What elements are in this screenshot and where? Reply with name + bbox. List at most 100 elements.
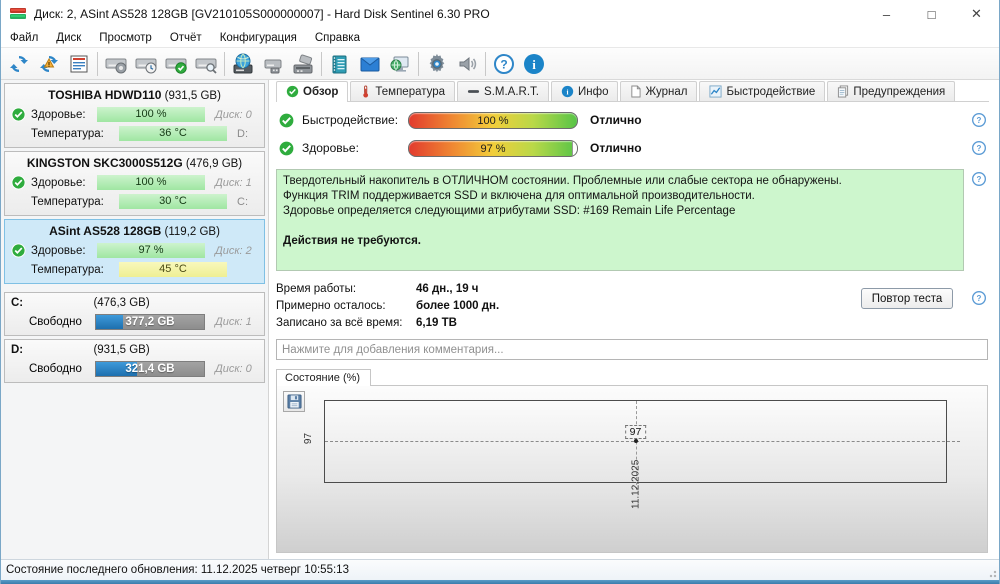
disk-item-asint-selected[interactable]: ASint AS528 128GB (119,2 GB) Здоровье: 9… <box>4 219 265 284</box>
ok-icon <box>278 112 296 129</box>
help-icon[interactable]: ? <box>971 112 987 133</box>
smart-icon <box>467 90 480 93</box>
toolbar: ? i <box>1 47 999 80</box>
partition-item-c[interactable]: C: (476,3 GB) Свободно 377,2 GB Диск: 1 <box>4 292 265 336</box>
partition-letter: C: <box>11 297 24 309</box>
info-icon[interactable]: i <box>519 50 549 78</box>
disk-number: Диск: 1 <box>215 176 252 189</box>
tab-performance[interactable]: Быстродействие <box>699 81 826 101</box>
ok-icon <box>278 140 296 157</box>
health-ok-icon <box>11 243 27 258</box>
drive-letter: C: <box>237 195 248 208</box>
health-ok-icon <box>11 107 27 122</box>
disk-title: ASint AS528 128GB (119,2 GB) <box>49 224 220 238</box>
refresh-warning-icon[interactable] <box>34 50 64 78</box>
drive-letter: D: <box>237 127 248 140</box>
floppy-save-icon <box>286 394 302 409</box>
disk-network-icon[interactable] <box>228 50 258 78</box>
app-window: Диск: 2, ASint AS528 128GB [GV210105S000… <box>0 0 1000 584</box>
menu-bar: Файл Диск Просмотр Отчёт Конфигурация Сп… <box>1 28 999 47</box>
toolbar-separator <box>321 51 322 76</box>
tab-info[interactable]: i Инфо <box>551 81 619 101</box>
notes-icon[interactable] <box>325 50 355 78</box>
health-history-chart: Состояние (%) 97 97 11.12.2025 <box>276 368 989 553</box>
window-title: Диск: 2, ASint AS528 128GB [GV210105S000… <box>34 7 490 21</box>
svg-text:?: ? <box>977 116 982 125</box>
disk-search-icon[interactable] <box>191 50 221 78</box>
resize-grip[interactable] <box>987 568 997 578</box>
maximize-button[interactable]: □ <box>909 0 954 28</box>
partition-item-d[interactable]: D: (931,5 GB) Свободно 321,4 GB Диск: 0 <box>4 339 265 383</box>
status-text: Состояние последнего обновления: 11.12.2… <box>6 564 349 576</box>
partition-size: (476,3 GB) <box>93 297 150 309</box>
advice-text: Твердотельный накопитель в ОТЛИЧНОМ сост… <box>276 169 964 271</box>
sounds-icon[interactable] <box>452 50 482 78</box>
temp-bar: 45 °C <box>119 262 227 277</box>
tab-alerts[interactable]: Предупреждения <box>827 81 956 101</box>
tab-temperature[interactable]: Температура <box>350 81 456 101</box>
svg-text:?: ? <box>500 57 507 71</box>
health-ok-icon <box>11 175 27 190</box>
poweron-label: Время работы: <box>276 282 357 295</box>
disk-item-toshiba[interactable]: TOSHIBA HDWD110 (931,5 GB) Здоровье: 100… <box>4 83 265 148</box>
tab-smart[interactable]: S.M.A.R.T. <box>457 81 549 101</box>
chart-icon <box>709 85 722 98</box>
svg-text:i: i <box>532 57 536 72</box>
comment-input[interactable] <box>276 339 988 360</box>
tab-log[interactable]: Журнал <box>620 81 698 101</box>
help-icon[interactable]: ? <box>489 50 519 78</box>
main-pane: Обзор Температура S.M.A.R.T. i Инфо Журн… <box>269 80 999 559</box>
temp-bar: 36 °C <box>119 126 227 141</box>
status-bar: Состояние последнего обновления: 11.12.2… <box>1 559 999 580</box>
network-status-icon[interactable] <box>385 50 415 78</box>
report-icon[interactable] <box>64 50 94 78</box>
minimize-button[interactable]: – <box>864 0 909 28</box>
help-icon[interactable]: ? <box>971 171 987 192</box>
toolbar-separator <box>485 51 486 76</box>
performance-row: Быстродействие: 100 % Отлично ? <box>276 110 989 130</box>
temp-label: Температура: <box>31 127 104 140</box>
comment-section <box>276 339 989 360</box>
thermometer-icon <box>363 85 369 98</box>
window-bottom-border <box>1 580 999 584</box>
refresh-icon[interactable] <box>4 50 34 78</box>
free-label: Свободно <box>29 362 82 375</box>
help-icon[interactable]: ? <box>971 290 987 311</box>
health-gauge: 97 % <box>408 139 578 157</box>
menu-file[interactable]: Файл <box>1 30 47 46</box>
disk-clock-icon[interactable] <box>131 50 161 78</box>
action-text: Действия не требуются. <box>283 235 421 247</box>
menu-report[interactable]: Отчёт <box>161 30 211 46</box>
chart-tab-state[interactable]: Состояние (%) <box>276 369 372 386</box>
settings-gear-icon[interactable] <box>422 50 452 78</box>
health-bar: 100 % <box>97 107 205 122</box>
menu-configuration[interactable]: Конфигурация <box>211 30 306 46</box>
svg-text:?: ? <box>977 294 982 303</box>
disk-number: Диск: 0 <box>215 108 252 121</box>
disk-dock-icon[interactable] <box>288 50 318 78</box>
retest-button[interactable]: Повтор теста <box>861 288 953 309</box>
free-space-bar: 377,2 GB <box>95 313 205 330</box>
disk-list-sidebar: TOSHIBA HDWD110 (931,5 GB) Здоровье: 100… <box>1 80 269 559</box>
disk-usb-icon[interactable] <box>258 50 288 78</box>
remaining-label: Примерно осталось: <box>276 299 386 312</box>
health-rating: Отлично <box>590 141 642 155</box>
disk-ok-icon[interactable] <box>161 50 191 78</box>
disk-item-kingston[interactable]: KINGSTON SKC3000S512G (476,9 GB) Здоровь… <box>4 151 265 216</box>
toolbar-separator <box>97 51 98 76</box>
partition-letter: D: <box>11 344 24 356</box>
poweron-value: 46 дн., 19 ч <box>416 282 479 295</box>
written-label: Записано за всё время: <box>276 316 403 329</box>
temp-label: Температура: <box>31 195 104 208</box>
menu-help[interactable]: Справка <box>306 30 369 46</box>
written-value: 6,19 TB <box>416 316 457 329</box>
email-icon[interactable] <box>355 50 385 78</box>
help-icon[interactable]: ? <box>971 140 987 161</box>
menu-disk[interactable]: Диск <box>47 30 90 46</box>
menu-view[interactable]: Просмотр <box>90 30 161 46</box>
save-chart-button[interactable] <box>283 391 305 412</box>
toolbar-separator <box>418 51 419 76</box>
close-button[interactable]: ✕ <box>954 0 999 28</box>
disk-detect-icon[interactable] <box>101 50 131 78</box>
tab-overview[interactable]: Обзор <box>276 81 349 102</box>
